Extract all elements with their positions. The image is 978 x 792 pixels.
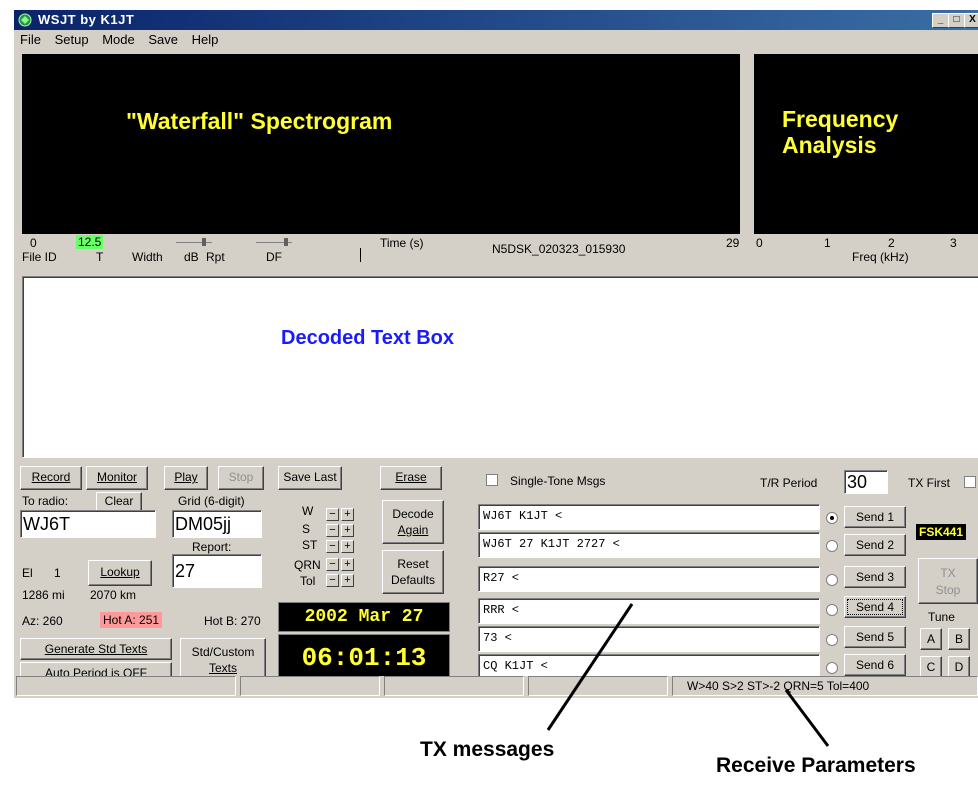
tx-messages-annotation: TX messages <box>420 738 555 761</box>
receive-parameters-pointer <box>784 689 830 747</box>
receive-parameters-annotation: Receive Parameters <box>716 754 916 777</box>
annotation-arrows <box>546 603 830 747</box>
tx-messages-pointer <box>546 603 634 731</box>
